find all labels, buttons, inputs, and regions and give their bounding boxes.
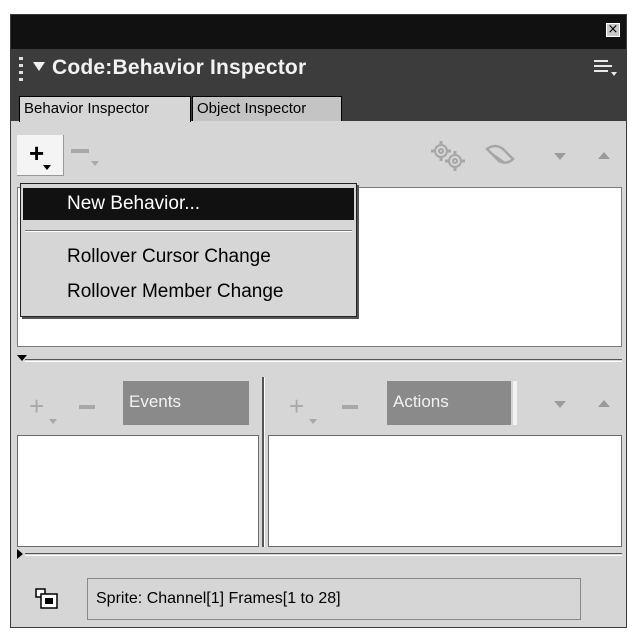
menu-separator: [25, 230, 352, 232]
events-list[interactable]: [17, 435, 259, 547]
remove-action-button[interactable]: [342, 405, 358, 409]
collapse-arrow-icon[interactable]: [33, 62, 45, 71]
drag-grip-icon[interactable]: [19, 57, 23, 83]
events-label: Events: [123, 381, 249, 425]
tab-behavior-inspector[interactable]: Behavior Inspector: [19, 96, 191, 122]
behavior-dropdown-menu: New Behavior... Rollover Cursor Change R…: [20, 183, 357, 317]
gears-icon[interactable]: [429, 139, 469, 173]
dropdown-caret-icon: [49, 419, 57, 424]
script-scroll-icon[interactable]: [481, 141, 519, 169]
label-resize-handle[interactable]: [513, 381, 517, 425]
tab-strip: Behavior Inspector Object Inspector: [11, 91, 626, 122]
add-action-button[interactable]: +: [289, 393, 304, 419]
panel-header[interactable]: Code:Behavior Inspector: [11, 49, 626, 91]
pane-splitter[interactable]: [17, 355, 622, 365]
actions-list[interactable]: [268, 435, 622, 547]
remove-event-button[interactable]: [79, 405, 95, 409]
behavior-inspector-window: × Code:Behavior Inspector Behavior Inspe…: [10, 14, 627, 628]
add-event-button[interactable]: +: [29, 393, 44, 419]
add-behavior-button[interactable]: +: [17, 135, 64, 176]
menu-item-rollover-member-change[interactable]: Rollover Member Change: [23, 276, 354, 308]
menu-item-rollover-cursor-change[interactable]: Rollover Cursor Change: [23, 241, 354, 273]
dropdown-caret-icon: [91, 161, 99, 166]
actions-label: Actions: [387, 381, 511, 425]
dropdown-caret-icon: [43, 165, 51, 170]
tab-object-inspector[interactable]: Object Inspector: [192, 96, 342, 121]
behavior-toolbar: +: [11, 121, 626, 185]
dropdown-caret-icon: [309, 419, 317, 424]
menu-item-new-behavior[interactable]: New Behavior...: [23, 188, 354, 220]
window-title-bar[interactable]: ×: [11, 15, 626, 49]
remove-behavior-button[interactable]: [71, 149, 89, 153]
move-up-icon[interactable]: [598, 400, 610, 407]
pane-splitter[interactable]: [17, 549, 622, 559]
options-menu-icon[interactable]: [594, 58, 617, 78]
status-text: Sprite: Channel[1] Frames[1 to 28]: [87, 578, 581, 620]
sprite-icon: [35, 588, 58, 609]
vertical-divider[interactable]: [262, 377, 265, 547]
move-down-icon[interactable]: [554, 153, 566, 160]
close-icon[interactable]: ×: [606, 23, 620, 37]
move-up-icon[interactable]: [598, 152, 610, 159]
move-down-icon[interactable]: [554, 401, 566, 408]
panel-title: Code:Behavior Inspector: [52, 56, 307, 79]
plus-icon: +: [29, 138, 45, 168]
expand-arrow-icon[interactable]: [17, 549, 23, 559]
